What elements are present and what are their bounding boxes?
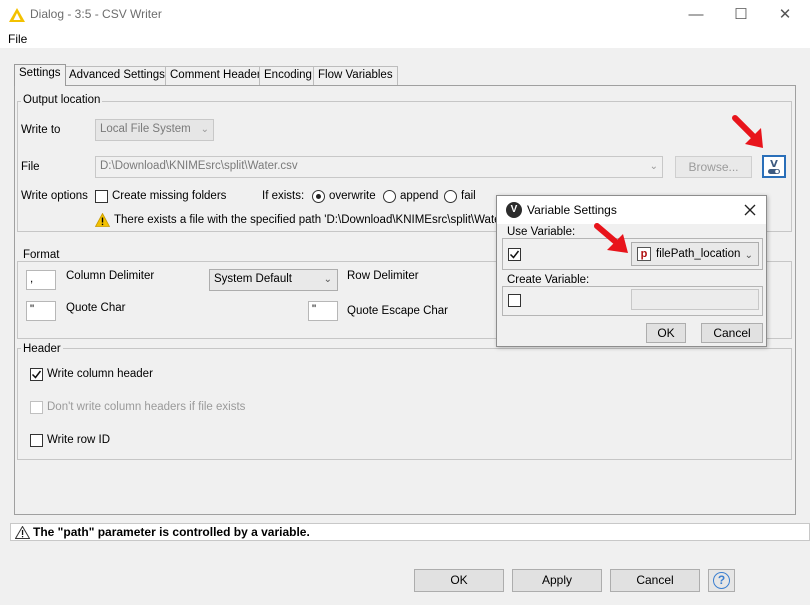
cancel-button[interactable]: Cancel [610, 569, 700, 592]
output-location-title: Output location [21, 94, 103, 106]
close-button[interactable]: ✕ [762, 0, 808, 30]
dont-write-headers-checkbox[interactable] [30, 401, 43, 414]
variable-name-value: filePath_location [656, 248, 741, 260]
tab-advanced-settings[interactable]: Advanced Settings [64, 66, 170, 85]
title-bar: Dialog - 3:5 - CSV Writer — ☐ ✕ [0, 0, 810, 30]
use-variable-checkbox[interactable] [508, 248, 521, 261]
red-arrow-icon [732, 115, 763, 148]
tab-flow-variables[interactable]: Flow Variables [313, 66, 398, 85]
file-exists-warning: There exists a file with the specified p… [114, 214, 496, 226]
dont-write-headers-label: Don't write column headers if file exist… [47, 401, 246, 413]
status-bar: The "path" parameter is controlled by a … [10, 523, 810, 541]
tab-encoding[interactable]: Encoding [259, 66, 317, 85]
warning-icon [95, 213, 110, 227]
write-to-value: Local File System [100, 123, 191, 135]
minimize-button[interactable]: — [673, 0, 719, 30]
tab-comment-header[interactable]: Comment Header [165, 66, 266, 85]
tab-settings[interactable]: Settings [14, 64, 66, 86]
red-arrow-icon [594, 223, 628, 253]
row-delimiter-value: System Default [214, 273, 292, 285]
help-button[interactable]: ? [708, 569, 735, 592]
path-variable-type-icon: p [637, 247, 651, 261]
status-message: The "path" parameter is controlled by a … [33, 525, 310, 539]
write-to-select[interactable]: Local File System ⌄ [95, 119, 214, 141]
write-row-id-label: Write row ID [47, 434, 111, 446]
write-options-label: Write options [21, 190, 88, 202]
menu-file[interactable]: File [8, 32, 27, 46]
variable-badge-icon: V [506, 202, 522, 218]
create-missing-folders-label: Create missing folders [112, 190, 227, 202]
maximize-button[interactable]: ☐ [718, 0, 764, 30]
radio-fail[interactable] [444, 190, 457, 203]
write-column-header-checkbox[interactable] [30, 368, 43, 381]
knime-logo-icon [9, 8, 25, 22]
variable-button-glyph: V [770, 159, 778, 170]
apply-button[interactable]: Apply [512, 569, 602, 592]
close-icon[interactable] [744, 204, 756, 216]
radio-overwrite-label: overwrite [329, 190, 376, 202]
radio-fail-label: fail [461, 190, 476, 202]
ok-button[interactable]: OK [414, 569, 504, 592]
flow-variable-icon: V [768, 159, 780, 174]
help-icon: ? [713, 572, 730, 589]
chevron-down-icon: ⌄ [744, 250, 753, 261]
row-delimiter-select[interactable]: System Default ⌄ [209, 269, 338, 291]
create-missing-folders-checkbox[interactable] [95, 190, 108, 203]
checkmark-icon [509, 250, 520, 259]
write-to-label: Write to [21, 124, 61, 136]
quote-char-input[interactable]: " [26, 301, 56, 321]
variable-cancel-button[interactable]: Cancel [701, 323, 763, 343]
create-variable-label: Create Variable: [505, 274, 592, 286]
if-exists-label: If exists: [262, 190, 305, 202]
radio-append-label: append [400, 190, 439, 202]
quote-escape-char-input[interactable]: " [308, 301, 338, 321]
column-delimiter-input[interactable]: , [26, 270, 56, 290]
row-delimiter-label: Row Delimiter [347, 270, 419, 282]
radio-append[interactable] [383, 190, 396, 203]
variable-settings-dialog: V Variable Settings Use Variable: p file… [496, 195, 767, 347]
create-variable-checkbox[interactable] [508, 294, 521, 307]
file-path-input[interactable]: D:\Download\KNIMEsrc\split\Water.csv ⌄ [95, 156, 663, 178]
window-title: Dialog - 3:5 - CSV Writer [30, 7, 162, 21]
format-title: Format [21, 249, 62, 261]
browse-button[interactable]: Browse... [675, 156, 752, 178]
variable-settings-button[interactable]: V [762, 155, 786, 178]
checkmark-icon [31, 370, 42, 379]
chevron-down-icon: ⌄ [649, 161, 658, 172]
variable-ok-button[interactable]: OK [646, 323, 686, 343]
variable-select[interactable]: p filePath_location ⌄ [631, 242, 759, 266]
variable-settings-title: Variable Settings [527, 203, 617, 217]
quote-escape-char-label: Quote Escape Char [347, 305, 449, 317]
chevron-down-icon: ⌄ [323, 274, 332, 285]
column-delimiter-label: Column Delimiter [66, 270, 155, 282]
write-row-id-checkbox[interactable] [30, 434, 43, 447]
create-variable-name-input[interactable] [631, 289, 759, 310]
warning-icon [15, 526, 30, 539]
header-title: Header [21, 343, 63, 355]
radio-overwrite[interactable] [312, 190, 325, 203]
file-label: File [21, 161, 40, 173]
use-variable-label: Use Variable: [505, 226, 578, 238]
file-path-value: D:\Download\KNIMEsrc\split\Water.csv [100, 160, 298, 172]
quote-char-label: Quote Char [66, 302, 126, 314]
menu-bar: File [0, 30, 810, 48]
chevron-down-icon: ⌄ [200, 124, 209, 135]
write-column-header-label: Write column header [47, 368, 153, 380]
